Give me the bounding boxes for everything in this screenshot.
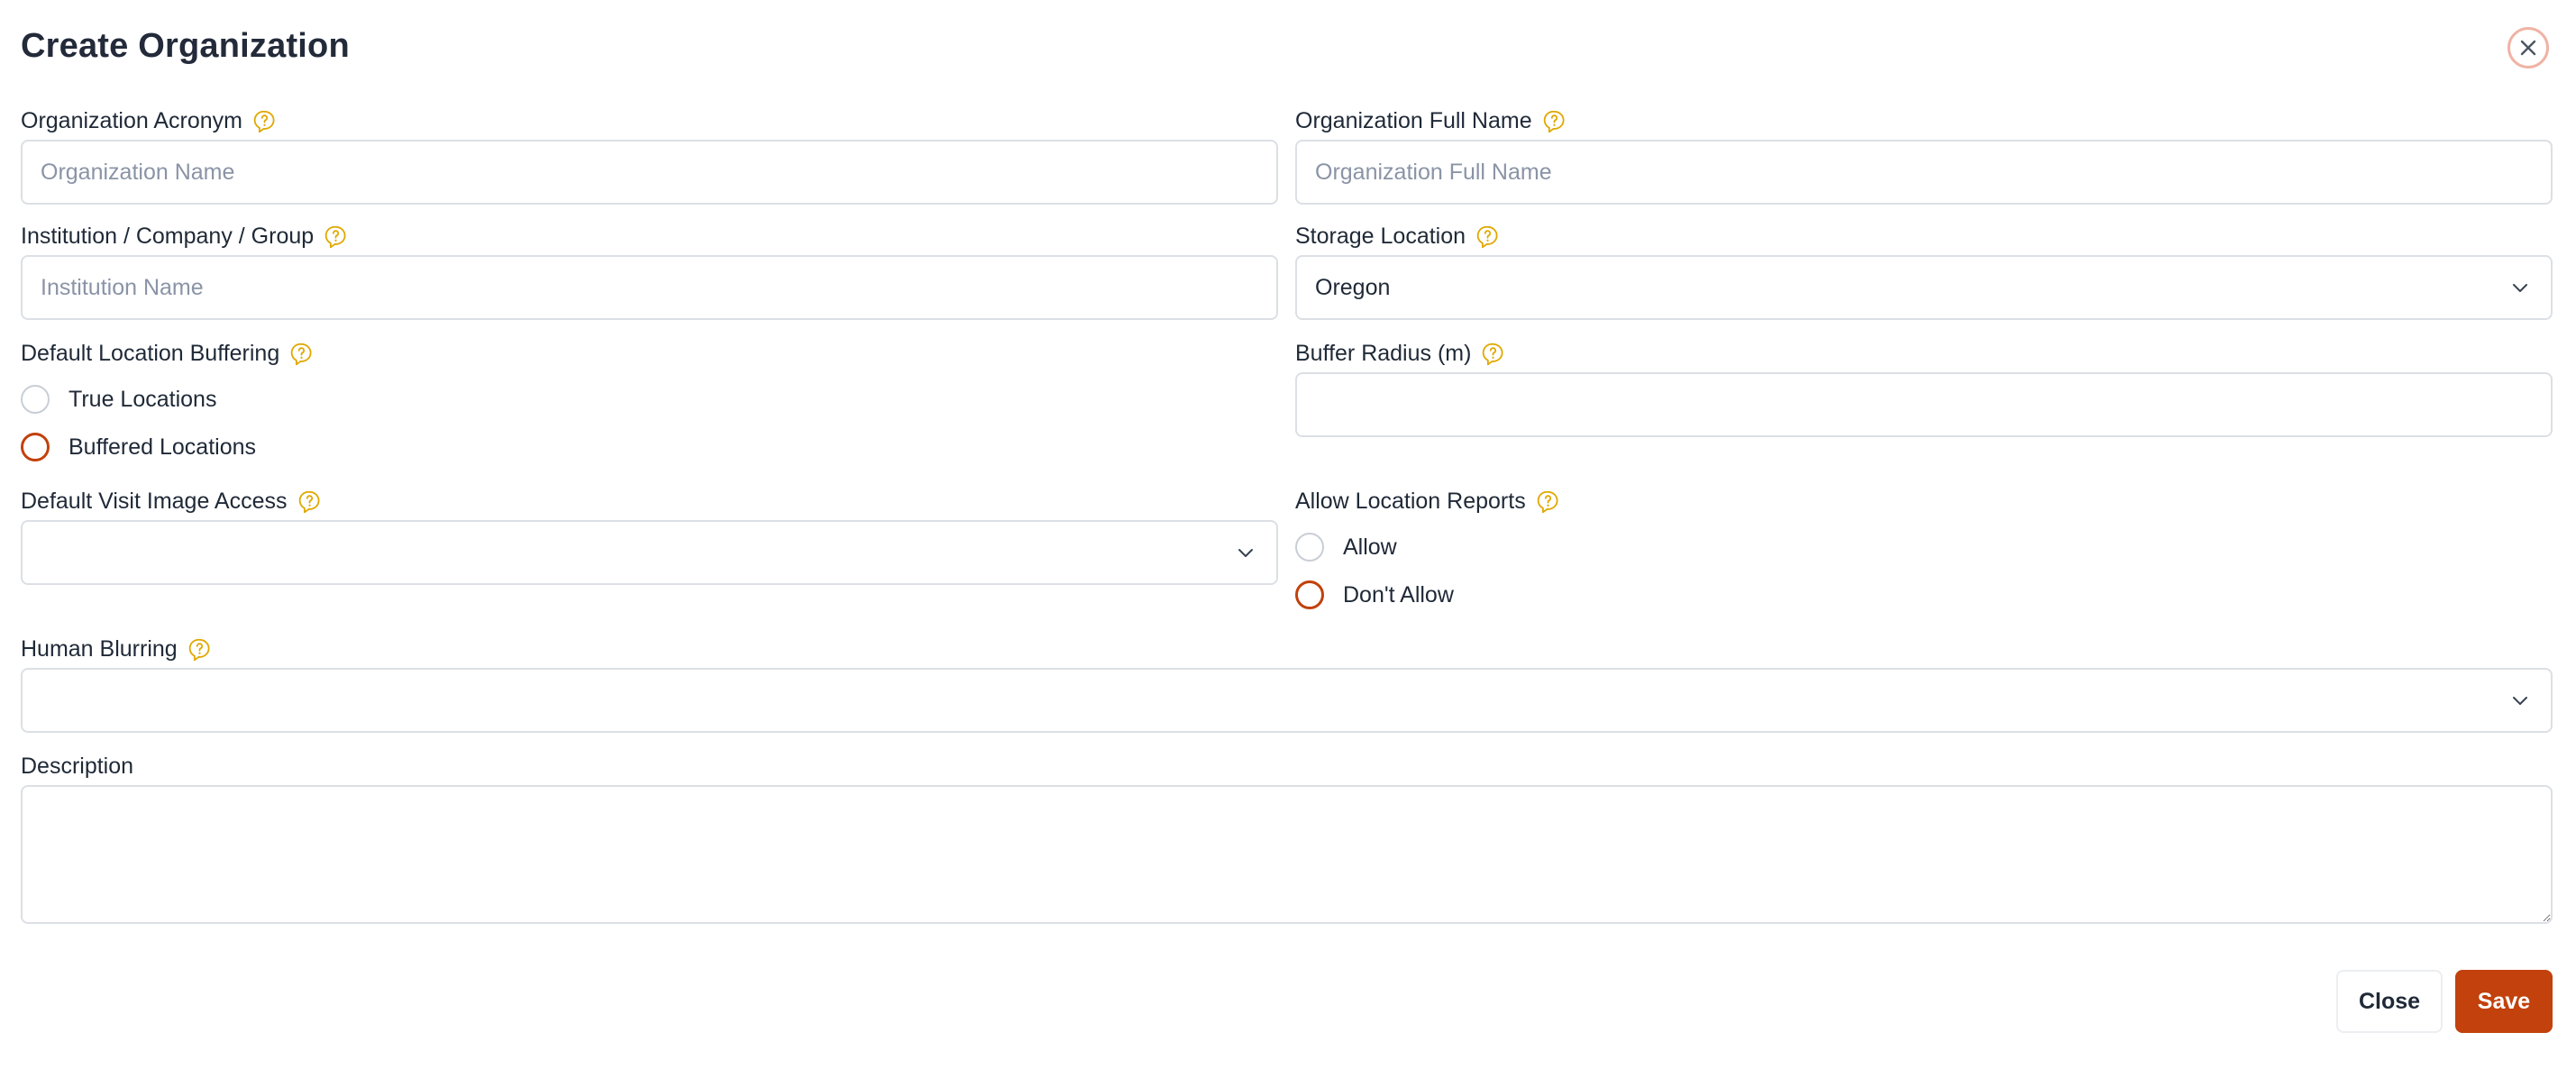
radio-button-selected[interactable]: [21, 433, 50, 461]
location-buffering-label: Default Location Buffering: [21, 341, 314, 367]
help-bubble-icon[interactable]: [252, 109, 277, 133]
modal-title: Create Organization: [21, 27, 350, 65]
full-name-input[interactable]: [1295, 140, 2553, 205]
visit-image-access-label: Default Visit Image Access: [21, 489, 322, 515]
close-button[interactable]: Close: [2336, 970, 2443, 1033]
visit-image-access-select[interactable]: [21, 520, 1278, 585]
description-label-text: Description: [21, 754, 134, 779]
storage-location-value: Oregon: [1315, 274, 1391, 300]
chevron-down-icon: [1235, 542, 1256, 563]
help-bubble-icon[interactable]: [324, 224, 348, 249]
radio-button-selected[interactable]: [1295, 580, 1324, 609]
save-button[interactable]: Save: [2455, 970, 2553, 1033]
acronym-label-text: Organization Acronym: [21, 108, 242, 133]
location-reports-label-text: Allow Location Reports: [1295, 489, 1526, 514]
radio-button[interactable]: [21, 385, 50, 414]
human-blurring-label-text: Human Blurring: [21, 636, 178, 662]
radio-label: Buffered Locations: [69, 434, 257, 460]
radio-dont-allow[interactable]: Don't Allow: [1295, 580, 1454, 609]
chevron-down-icon: [2509, 277, 2531, 298]
storage-location-select[interactable]: Oregon: [1295, 255, 2553, 320]
radio-allow[interactable]: Allow: [1295, 533, 1397, 562]
location-reports-label: Allow Location Reports: [1295, 489, 1560, 515]
storage-location-label-text: Storage Location: [1295, 224, 1466, 249]
acronym-input[interactable]: [21, 140, 1278, 205]
close-modal-button[interactable]: [2507, 27, 2549, 69]
description-textarea[interactable]: [21, 785, 2553, 924]
full-name-label: Organization Full Name: [1295, 108, 1567, 134]
chevron-down-icon: [2509, 690, 2531, 711]
institution-input[interactable]: [21, 255, 1278, 320]
institution-label-text: Institution / Company / Group: [21, 224, 315, 249]
radio-label: True Locations: [69, 386, 217, 412]
description-label: Description: [21, 754, 133, 780]
buffer-radius-input[interactable]: [1295, 372, 2553, 437]
storage-location-label: Storage Location: [1295, 224, 1500, 250]
help-bubble-icon[interactable]: [1542, 109, 1567, 133]
visit-image-access-label-text: Default Visit Image Access: [21, 489, 288, 514]
help-bubble-icon[interactable]: [187, 637, 212, 662]
radio-label: Allow: [1343, 534, 1397, 560]
radio-button[interactable]: [1295, 533, 1324, 562]
location-buffering-label-text: Default Location Buffering: [21, 341, 280, 366]
full-name-label-text: Organization Full Name: [1295, 108, 1532, 133]
close-icon: [2517, 37, 2539, 59]
radio-true-locations[interactable]: True Locations: [21, 385, 216, 414]
help-bubble-icon[interactable]: [297, 489, 322, 514]
radio-label: Don't Allow: [1343, 581, 1454, 608]
acronym-label: Organization Acronym: [21, 108, 277, 134]
human-blurring-label: Human Blurring: [21, 636, 212, 662]
buffer-radius-label-text: Buffer Radius (m): [1295, 341, 1472, 366]
help-bubble-icon[interactable]: [1536, 489, 1560, 514]
help-bubble-icon[interactable]: [1481, 342, 1505, 366]
radio-buffered-locations[interactable]: Buffered Locations: [21, 433, 256, 461]
human-blurring-select[interactable]: [21, 668, 2553, 733]
help-bubble-icon[interactable]: [289, 342, 314, 366]
buffer-radius-label: Buffer Radius (m): [1295, 341, 1505, 367]
help-bubble-icon[interactable]: [1475, 224, 1500, 249]
institution-label: Institution / Company / Group: [21, 224, 348, 250]
